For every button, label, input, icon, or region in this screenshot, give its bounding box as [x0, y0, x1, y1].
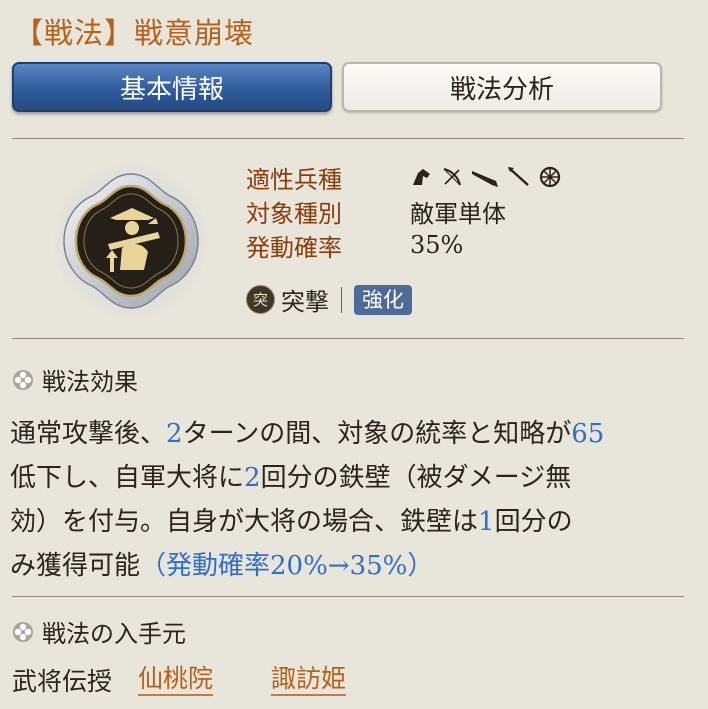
general-link-suwahime[interactable]: 諏訪姫 — [271, 664, 347, 696]
section-diamond-icon — [12, 621, 34, 643]
assault-type-icon: 突 — [246, 285, 275, 314]
effect-description: 通常攻撃後、2ターンの間、対象の統率と知略が65 低下し、自軍大将に2回分の鉄壁… — [10, 412, 698, 588]
effect-heading: 戦法効果 — [42, 368, 138, 396]
tab-tactic-analysis[interactable]: 戦法分析 — [342, 62, 662, 112]
effect-line: み獲得可能（発動確率20%→35%） — [10, 551, 434, 581]
divider — [12, 596, 684, 597]
unit-type-label: 適性兵種 — [246, 165, 342, 194]
source-label: 武将伝授 — [12, 667, 113, 696]
target-value: 敵軍単体 — [410, 199, 506, 228]
divider — [12, 338, 684, 339]
effect-line: 通常攻撃後、2ターンの間、対象の統率と知略が65 — [10, 419, 605, 449]
target-label: 対象種別 — [246, 199, 342, 228]
tactic-tags: 突 突撃 強化 — [246, 282, 412, 317]
source-heading: 戦法の入手元 — [42, 620, 186, 648]
rate-label: 発動確率 — [246, 233, 342, 262]
stat-unit-type: 適性兵種 — [246, 160, 562, 194]
tag-separator — [341, 286, 342, 313]
tab-bar: 基本情報 戦法分析 — [12, 62, 662, 114]
section-diamond-icon — [12, 369, 34, 391]
wheel-icon — [538, 165, 562, 189]
tactic-type-label: 突撃 — [281, 288, 329, 316]
unit-type-icons — [410, 165, 562, 189]
divider — [12, 138, 684, 139]
gun-icon — [470, 165, 500, 189]
tab-basic-info[interactable]: 基本情報 — [12, 62, 332, 112]
enhanced-badge: 強化 — [354, 284, 412, 315]
rate-value: 35% — [410, 231, 464, 259]
bow-icon — [440, 165, 464, 189]
spear-icon — [506, 165, 532, 189]
stat-activation-rate: 発動確率 35% — [246, 228, 463, 262]
tactic-emblem-icon — [52, 162, 210, 320]
stat-target-type: 対象種別 敵軍単体 — [246, 194, 506, 228]
effect-section-header: 戦法効果 — [12, 362, 138, 397]
effect-line: 低下し、自軍大将に2回分の鉄壁（被ダメージ無 — [10, 463, 572, 493]
source-row: 武将伝授 仙桃院 諏訪姫 — [12, 662, 347, 698]
general-link-sentoin[interactable]: 仙桃院 — [138, 664, 214, 696]
source-section-header: 戦法の入手元 — [12, 614, 186, 649]
effect-line: 効）を付与。自身が大将の場合、鉄壁は1回分の — [10, 507, 573, 537]
cavalry-icon — [410, 165, 434, 189]
tactic-title: 【戦法】戦意崩壊 — [14, 16, 255, 50]
